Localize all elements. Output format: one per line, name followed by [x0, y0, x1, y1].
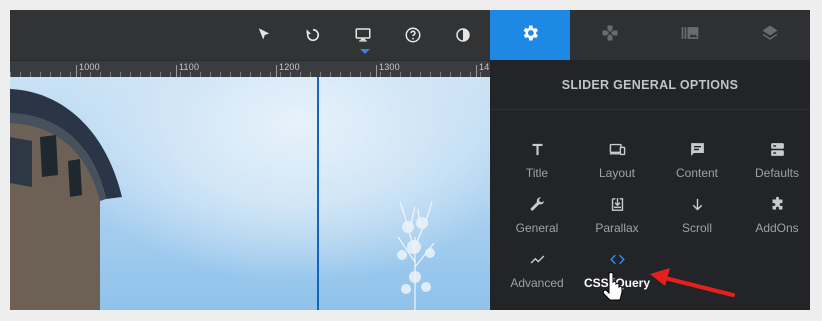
slide-canvas[interactable]	[10, 77, 490, 310]
ruler-label: 14	[479, 62, 490, 72]
option-general[interactable]: General	[497, 193, 577, 243]
comment-icon	[657, 138, 737, 160]
wrench-icon	[497, 193, 577, 215]
option-parallax[interactable]: Parallax	[577, 193, 657, 243]
option-label: CSS/jQuery	[583, 276, 651, 290]
import-box-icon	[577, 193, 657, 215]
option-label: Layout	[598, 166, 636, 180]
panel-title: SLIDER GENERAL OPTIONS	[490, 60, 810, 110]
option-label: Parallax	[595, 221, 639, 235]
contrast-icon[interactable]	[450, 22, 476, 48]
option-label: Advanced	[510, 276, 564, 290]
ruler-major-tick	[276, 65, 277, 77]
option-content[interactable]: Content	[657, 138, 737, 188]
tree-foliage	[397, 217, 435, 294]
cursor-arrow-icon[interactable]	[251, 22, 277, 48]
slider-options-panel: SLIDER GENERAL OPTIONS Title Layout Cont…	[490, 60, 810, 310]
ruler-label: 1100	[179, 62, 200, 72]
option-scroll[interactable]: Scroll	[657, 193, 737, 243]
tab-media-library[interactable]	[650, 10, 730, 60]
desktop-monitor-icon[interactable]	[350, 22, 376, 48]
title-icon	[497, 138, 577, 160]
editor-toolbar	[10, 10, 490, 60]
horizontal-ruler: 1000 1100 1200 1300 14	[10, 60, 490, 77]
puzzle-icon	[600, 23, 620, 48]
layers-icon	[760, 23, 780, 48]
option-defaults[interactable]: Defaults	[737, 138, 810, 188]
tab-slider-settings[interactable]	[490, 10, 570, 60]
option-label: Title	[525, 166, 549, 180]
roof-beam	[68, 159, 82, 197]
slider-editor-window: 1000 1100 1200 1300 14 SLIDER GENERAL OP…	[10, 10, 810, 310]
ruler-major-tick	[476, 65, 477, 77]
option-title[interactable]: Title	[497, 138, 577, 188]
slide-background-image	[10, 89, 435, 310]
ruler-label: 1300	[379, 62, 400, 72]
gear-icon	[520, 23, 540, 48]
arrow-down-icon	[657, 193, 737, 215]
snap-guide-line[interactable]	[317, 77, 319, 310]
ruler-label: 1200	[279, 62, 300, 72]
storage-icon	[737, 138, 810, 160]
settings-tabs	[490, 10, 810, 60]
ruler-major-tick	[76, 65, 77, 77]
ruler-major-tick	[376, 65, 377, 77]
tab-layers[interactable]	[730, 10, 810, 60]
tab-navigation[interactable]	[570, 10, 650, 60]
option-addons[interactable]: AddOns	[737, 193, 810, 243]
active-device-indicator	[360, 49, 370, 54]
option-label: Defaults	[754, 166, 800, 180]
option-label: Scroll	[681, 221, 712, 235]
devices-icon	[577, 138, 657, 160]
trending-icon	[497, 248, 577, 270]
help-circle-icon[interactable]	[400, 22, 426, 48]
roof-beam	[10, 137, 32, 187]
media-library-icon	[680, 23, 700, 48]
undo-icon[interactable]	[300, 22, 326, 48]
option-layout[interactable]: Layout	[577, 138, 657, 188]
code-icon	[577, 248, 657, 270]
ruler-major-tick	[176, 65, 177, 77]
ruler-label: 1000	[79, 62, 100, 72]
roof-beam	[40, 135, 58, 177]
option-advanced[interactable]: Advanced	[497, 248, 577, 298]
option-label: Content	[675, 166, 719, 180]
option-label: General	[515, 221, 559, 235]
puzzle-piece-icon	[737, 193, 810, 215]
option-css-jquery[interactable]: CSS/jQuery	[577, 248, 657, 298]
option-label: AddOns	[755, 221, 799, 235]
